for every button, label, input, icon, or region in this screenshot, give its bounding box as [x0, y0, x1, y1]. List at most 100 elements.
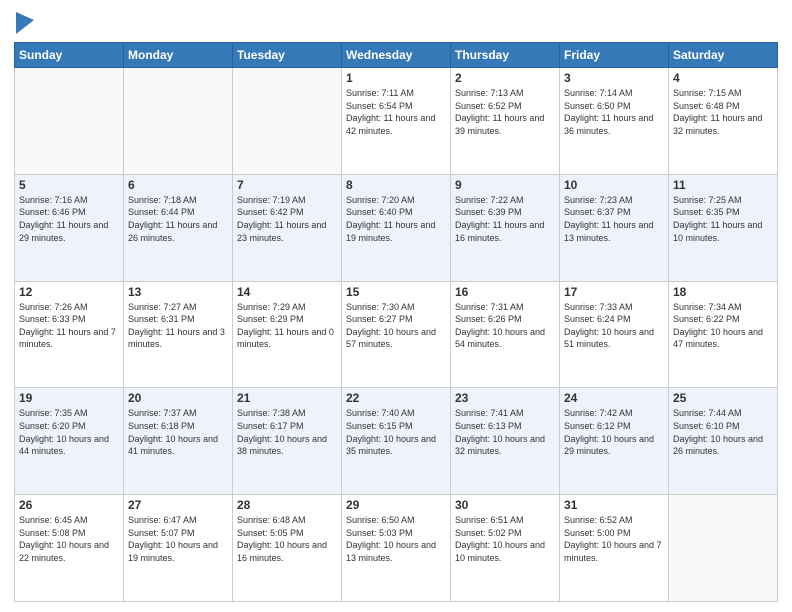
calendar-cell: [15, 68, 124, 175]
day-number: 26: [19, 498, 119, 512]
calendar-cell: 18Sunrise: 7:34 AMSunset: 6:22 PMDayligh…: [669, 281, 778, 388]
calendar-cell: 21 Sunrise: 7:38 AMSunset: 6:17 PMDayligh…: [233, 388, 342, 495]
day-number: 27: [128, 498, 228, 512]
calendar-cell: 29 Sunrise: 6:50 AMSunset: 5:03 PMDayligh…: [342, 495, 451, 602]
weekday-header: Monday: [124, 43, 233, 68]
calendar-cell: 23Sunrise: 7:41 AMSunset: 6:13 PMDayligh…: [451, 388, 560, 495]
calendar-cell: 17Sunrise: 7:33 AMSunset: 6:24 PMDayligh…: [560, 281, 669, 388]
day-number: 25: [673, 391, 773, 405]
weekday-header: Tuesday: [233, 43, 342, 68]
day-number: 17: [564, 285, 664, 299]
day-info: Sunrise: 7:37 AMSunset: 6:18 PMDaylight:…: [128, 407, 228, 457]
day-info: Sunrise: 7:31 AMSunset: 6:26 PMDaylight:…: [455, 301, 555, 351]
day-number: 22: [346, 391, 446, 405]
day-number: 28: [237, 498, 337, 512]
day-info: Sunrise: 7:15 AMSunset: 6:48 PMDaylight:…: [673, 87, 773, 137]
day-number: 11: [673, 178, 773, 192]
calendar-cell: 12 Sunrise: 7:26 AMSunset: 6:33 PMDayligh…: [15, 281, 124, 388]
calendar-week-row: 1 Sunrise: 7:11 AMSunset: 6:54 PMDaylight…: [15, 68, 778, 175]
day-number: 16: [455, 285, 555, 299]
day-info: Sunrise: 7:22 AMSunset: 6:39 PMDaylight:…: [455, 194, 555, 244]
calendar-cell: 24Sunrise: 7:42 AMSunset: 6:12 PMDayligh…: [560, 388, 669, 495]
calendar-cell: 31Sunrise: 6:52 AMSunset: 5:00 PMDayligh…: [560, 495, 669, 602]
day-info: Sunrise: 7:40 AMSunset: 6:15 PMDaylight:…: [346, 407, 446, 457]
calendar-cell: 3 Sunrise: 7:14 AMSunset: 6:50 PMDaylight…: [560, 68, 669, 175]
day-info: Sunrise: 7:18 AMSunset: 6:44 PMDaylight:…: [128, 194, 228, 244]
day-info: Sunrise: 7:13 AMSunset: 6:52 PMDaylight:…: [455, 87, 555, 137]
calendar-cell: 22 Sunrise: 7:40 AMSunset: 6:15 PMDayligh…: [342, 388, 451, 495]
day-number: 5: [19, 178, 119, 192]
day-info: Sunrise: 6:50 AMSunset: 5:03 PMDaylight:…: [346, 514, 446, 564]
day-info: Sunrise: 7:30 AMSunset: 6:27 PMDaylight:…: [346, 301, 446, 351]
day-info: Sunrise: 7:20 AMSunset: 6:40 PMDaylight:…: [346, 194, 446, 244]
calendar-week-row: 19 Sunrise: 7:35 AMSunset: 6:20 PMDayligh…: [15, 388, 778, 495]
day-info: Sunrise: 7:11 AMSunset: 6:54 PMDaylight:…: [346, 87, 446, 137]
calendar-cell: 6 Sunrise: 7:18 AMSunset: 6:44 PMDaylight…: [124, 174, 233, 281]
calendar-cell: 28 Sunrise: 6:48 AMSunset: 5:05 PMDayligh…: [233, 495, 342, 602]
day-number: 4: [673, 71, 773, 85]
weekday-header: Wednesday: [342, 43, 451, 68]
day-number: 6: [128, 178, 228, 192]
day-info: Sunrise: 7:14 AMSunset: 6:50 PMDaylight:…: [564, 87, 664, 137]
calendar-week-row: 26Sunrise: 6:45 AMSunset: 5:08 PMDayligh…: [15, 495, 778, 602]
calendar-cell: 15 Sunrise: 7:30 AMSunset: 6:27 PMDayligh…: [342, 281, 451, 388]
day-info: Sunrise: 7:25 AMSunset: 6:35 PMDaylight:…: [673, 194, 773, 244]
day-info: Sunrise: 7:19 AMSunset: 6:42 PMDaylight:…: [237, 194, 337, 244]
calendar-table: SundayMondayTuesdayWednesdayThursdayFrid…: [14, 42, 778, 602]
calendar-cell: 20Sunrise: 7:37 AMSunset: 6:18 PMDayligh…: [124, 388, 233, 495]
calendar-cell: 27 Sunrise: 6:47 AMSunset: 5:07 PMDayligh…: [124, 495, 233, 602]
calendar-cell: 26Sunrise: 6:45 AMSunset: 5:08 PMDayligh…: [15, 495, 124, 602]
calendar-cell: 25Sunrise: 7:44 AMSunset: 6:10 PMDayligh…: [669, 388, 778, 495]
calendar-cell: 13 Sunrise: 7:27 AMSunset: 6:31 PMDayligh…: [124, 281, 233, 388]
day-info: Sunrise: 7:35 AMSunset: 6:20 PMDaylight:…: [19, 407, 119, 457]
day-number: 12: [19, 285, 119, 299]
day-number: 13: [128, 285, 228, 299]
calendar-cell: [233, 68, 342, 175]
calendar-cell: 8 Sunrise: 7:20 AMSunset: 6:40 PMDaylight…: [342, 174, 451, 281]
day-info: Sunrise: 6:48 AMSunset: 5:05 PMDaylight:…: [237, 514, 337, 564]
calendar-cell: 2Sunrise: 7:13 AMSunset: 6:52 PMDaylight…: [451, 68, 560, 175]
calendar-cell: 9 Sunrise: 7:22 AMSunset: 6:39 PMDaylight…: [451, 174, 560, 281]
day-number: 30: [455, 498, 555, 512]
day-number: 9: [455, 178, 555, 192]
day-info: Sunrise: 6:51 AMSunset: 5:02 PMDaylight:…: [455, 514, 555, 564]
day-info: Sunrise: 7:26 AMSunset: 6:33 PMDaylight:…: [19, 301, 119, 351]
calendar-cell: 4 Sunrise: 7:15 AMSunset: 6:48 PMDaylight…: [669, 68, 778, 175]
calendar-cell: 1 Sunrise: 7:11 AMSunset: 6:54 PMDaylight…: [342, 68, 451, 175]
calendar-cell: 16 Sunrise: 7:31 AMSunset: 6:26 PMDayligh…: [451, 281, 560, 388]
day-number: 15: [346, 285, 446, 299]
calendar-cell: 14Sunrise: 7:29 AMSunset: 6:29 PMDayligh…: [233, 281, 342, 388]
weekday-header: Thursday: [451, 43, 560, 68]
day-info: Sunrise: 7:27 AMSunset: 6:31 PMDaylight:…: [128, 301, 228, 351]
day-number: 21: [237, 391, 337, 405]
calendar-week-row: 12 Sunrise: 7:26 AMSunset: 6:33 PMDayligh…: [15, 281, 778, 388]
calendar-cell: 5 Sunrise: 7:16 AMSunset: 6:46 PMDaylight…: [15, 174, 124, 281]
calendar-week-row: 5 Sunrise: 7:16 AMSunset: 6:46 PMDaylight…: [15, 174, 778, 281]
calendar-cell: 30 Sunrise: 6:51 AMSunset: 5:02 PMDayligh…: [451, 495, 560, 602]
day-number: 19: [19, 391, 119, 405]
day-info: Sunrise: 7:29 AMSunset: 6:29 PMDaylight:…: [237, 301, 337, 351]
day-number: 29: [346, 498, 446, 512]
calendar-cell: 10 Sunrise: 7:23 AMSunset: 6:37 PMDayligh…: [560, 174, 669, 281]
day-number: 1: [346, 71, 446, 85]
day-info: Sunrise: 7:38 AMSunset: 6:17 PMDaylight:…: [237, 407, 337, 457]
day-number: 8: [346, 178, 446, 192]
day-number: 10: [564, 178, 664, 192]
logo-icon: [16, 12, 34, 34]
header: [14, 10, 778, 34]
weekday-header-row: SundayMondayTuesdayWednesdayThursdayFrid…: [15, 43, 778, 68]
calendar-cell: 11 Sunrise: 7:25 AMSunset: 6:35 PMDayligh…: [669, 174, 778, 281]
calendar-cell: [669, 495, 778, 602]
weekday-header: Friday: [560, 43, 669, 68]
weekday-header: Sunday: [15, 43, 124, 68]
day-number: 23: [455, 391, 555, 405]
day-info: Sunrise: 7:42 AMSunset: 6:12 PMDaylight:…: [564, 407, 664, 457]
day-number: 3: [564, 71, 664, 85]
day-info: Sunrise: 7:16 AMSunset: 6:46 PMDaylight:…: [19, 194, 119, 244]
day-info: Sunrise: 6:47 AMSunset: 5:07 PMDaylight:…: [128, 514, 228, 564]
logo: [14, 14, 34, 34]
weekday-header: Saturday: [669, 43, 778, 68]
day-number: 7: [237, 178, 337, 192]
day-info: Sunrise: 7:34 AMSunset: 6:22 PMDaylight:…: [673, 301, 773, 351]
day-info: Sunrise: 7:23 AMSunset: 6:37 PMDaylight:…: [564, 194, 664, 244]
